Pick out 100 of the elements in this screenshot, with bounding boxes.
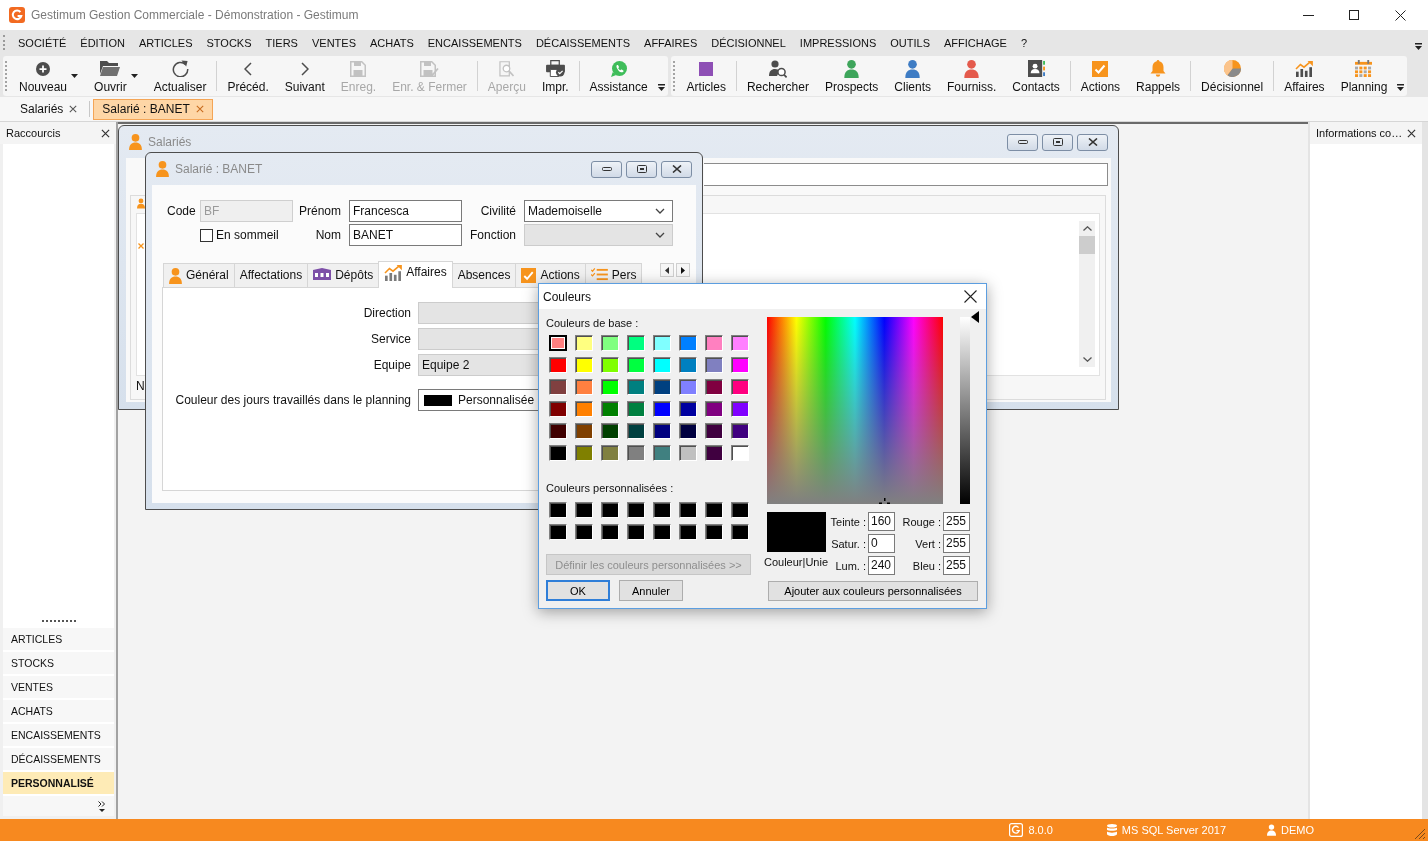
toolbar-button[interactable]: Planning xyxy=(1332,56,1396,96)
resize-grip-icon[interactable] xyxy=(1414,828,1426,840)
close-button[interactable] xyxy=(661,160,692,178)
scroll-up-icon[interactable] xyxy=(1082,226,1092,231)
color-swatch[interactable] xyxy=(679,357,697,373)
overflow-arrow-icon[interactable] xyxy=(1415,43,1422,50)
color-swatch[interactable] xyxy=(627,445,645,461)
color-spectrum[interactable] xyxy=(767,317,943,504)
color-swatch[interactable] xyxy=(679,524,697,540)
color-swatch[interactable] xyxy=(627,335,645,351)
restore-button[interactable] xyxy=(1042,133,1073,151)
color-swatch[interactable] xyxy=(705,335,723,351)
color-swatch[interactable] xyxy=(601,357,619,373)
menu-item[interactable]: AFFAIRES xyxy=(637,33,705,52)
toolbar-button[interactable]: Contacts xyxy=(1004,56,1068,96)
caret-icon[interactable] xyxy=(130,74,138,78)
number-field[interactable]: 255 xyxy=(943,512,970,531)
color-swatch[interactable] xyxy=(627,401,645,417)
toolbar-button[interactable]: Nouveau xyxy=(11,56,87,96)
color-swatch[interactable] xyxy=(549,502,567,518)
menu-item[interactable]: STOCKS xyxy=(199,33,259,52)
color-swatch[interactable] xyxy=(653,502,671,518)
color-swatch[interactable] xyxy=(705,445,723,461)
color-swatch[interactable] xyxy=(575,445,593,461)
color-swatch[interactable] xyxy=(731,335,749,351)
slider-thumb-icon[interactable] xyxy=(971,311,979,323)
color-swatch[interactable] xyxy=(627,502,645,518)
color-swatch[interactable] xyxy=(575,502,593,518)
color-swatch[interactable] xyxy=(705,401,723,417)
number-field[interactable]: 0 xyxy=(868,534,895,553)
toolbar-button[interactable]: Impr. xyxy=(533,56,577,96)
color-swatch[interactable] xyxy=(549,524,567,540)
dropdown-field[interactable]: Mademoiselle xyxy=(524,200,673,222)
minimize-button[interactable] xyxy=(1007,133,1038,151)
menu-item[interactable]: DÉCAISSEMENTS xyxy=(528,33,638,52)
double-chevron-icon[interactable] xyxy=(98,800,106,812)
color-swatch[interactable] xyxy=(575,423,593,439)
color-swatch[interactable] xyxy=(601,379,619,395)
color-swatch[interactable] xyxy=(653,357,671,373)
text-field[interactable]: BANET xyxy=(349,224,462,246)
toolbar-button[interactable]: Prospects xyxy=(816,56,887,96)
tab[interactable]: Dépôts xyxy=(307,263,380,288)
caret-icon[interactable] xyxy=(71,74,79,78)
close-button[interactable] xyxy=(1077,133,1108,151)
color-swatch[interactable] xyxy=(731,423,749,439)
color-swatch[interactable] xyxy=(575,335,593,351)
close-icon[interactable] xyxy=(1407,128,1416,138)
color-swatch[interactable] xyxy=(679,423,697,439)
overflow-arrow-icon[interactable] xyxy=(657,84,665,91)
menu-item[interactable]: ENCAISSEMENTS xyxy=(420,33,529,52)
toolbar-button[interactable]: Ouvrir xyxy=(86,56,146,96)
toolbar-button[interactable]: Suivant xyxy=(276,56,333,96)
color-swatch[interactable] xyxy=(705,357,723,373)
color-swatch[interactable] xyxy=(601,423,619,439)
color-swatch[interactable] xyxy=(601,401,619,417)
dialog-button[interactable]: Annuler xyxy=(619,580,683,601)
color-swatch[interactable] xyxy=(601,445,619,461)
color-swatch[interactable] xyxy=(627,379,645,395)
color-swatch[interactable] xyxy=(653,401,671,417)
menu-item[interactable]: SOCIÉTÉ xyxy=(11,33,74,52)
scroll-left-button[interactable] xyxy=(660,263,674,277)
toolbar-button[interactable]: Rappels xyxy=(1128,56,1189,96)
color-swatch[interactable] xyxy=(575,401,593,417)
add-custom-color-button[interactable]: Ajouter aux couleurs personnalisées xyxy=(768,581,978,601)
color-swatch[interactable] xyxy=(627,524,645,540)
text-field[interactable]: Francesca xyxy=(349,200,462,222)
color-swatch[interactable] xyxy=(731,401,749,417)
color-swatch[interactable] xyxy=(705,524,723,540)
shortcut-item[interactable]: ACHATS xyxy=(3,700,114,722)
scroll-right-button[interactable] xyxy=(676,263,690,277)
color-swatch[interactable] xyxy=(653,423,671,439)
number-field[interactable]: 255 xyxy=(943,534,970,553)
color-swatch[interactable] xyxy=(575,357,593,373)
menu-item[interactable]: TIERS xyxy=(258,33,305,52)
toolbar-button[interactable]: Actions xyxy=(1072,56,1129,96)
shortcut-item[interactable]: VENTES xyxy=(3,676,114,698)
color-swatch[interactable] xyxy=(705,423,723,439)
number-field[interactable]: 255 xyxy=(943,556,970,575)
checkbox[interactable] xyxy=(200,228,213,242)
scrollbar-thumb[interactable] xyxy=(1079,236,1095,254)
color-swatch[interactable] xyxy=(549,401,567,417)
color-swatch[interactable] xyxy=(549,335,567,351)
color-swatch[interactable] xyxy=(653,524,671,540)
menu-item[interactable]: AFFICHAGE xyxy=(936,33,1014,52)
color-swatch[interactable] xyxy=(601,524,619,540)
close-icon[interactable] xyxy=(101,128,110,138)
color-swatch[interactable] xyxy=(679,445,697,461)
color-swatch[interactable] xyxy=(731,357,749,373)
color-swatch[interactable] xyxy=(575,524,593,540)
toolbar-button[interactable]: Actualiser xyxy=(145,56,215,96)
color-swatch[interactable] xyxy=(627,423,645,439)
toolbar-button[interactable]: Décisionnel xyxy=(1193,56,1272,96)
color-swatch[interactable] xyxy=(575,379,593,395)
color-swatch[interactable] xyxy=(653,379,671,395)
color-swatch[interactable] xyxy=(731,445,749,461)
minimize-button[interactable] xyxy=(591,160,622,178)
number-field[interactable]: 160 xyxy=(868,512,895,531)
menu-item[interactable]: ARTICLES xyxy=(131,33,200,52)
toolbar-button[interactable]: Rechercher xyxy=(738,56,817,96)
toolbar-button[interactable]: Assistance xyxy=(581,56,656,96)
